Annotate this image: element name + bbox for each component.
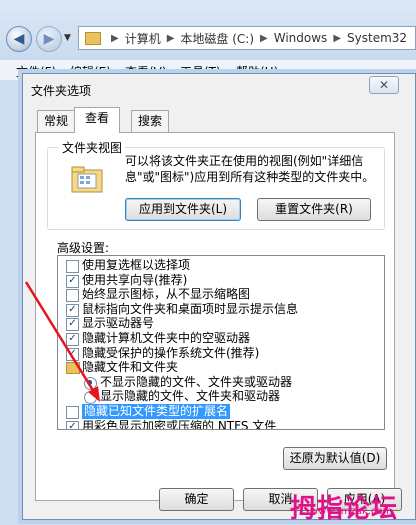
watermark-url: www.tmzuk.com (310, 506, 393, 517)
annotation-arrow (24, 281, 100, 402)
tab-view[interactable]: 查看 (74, 107, 120, 133)
